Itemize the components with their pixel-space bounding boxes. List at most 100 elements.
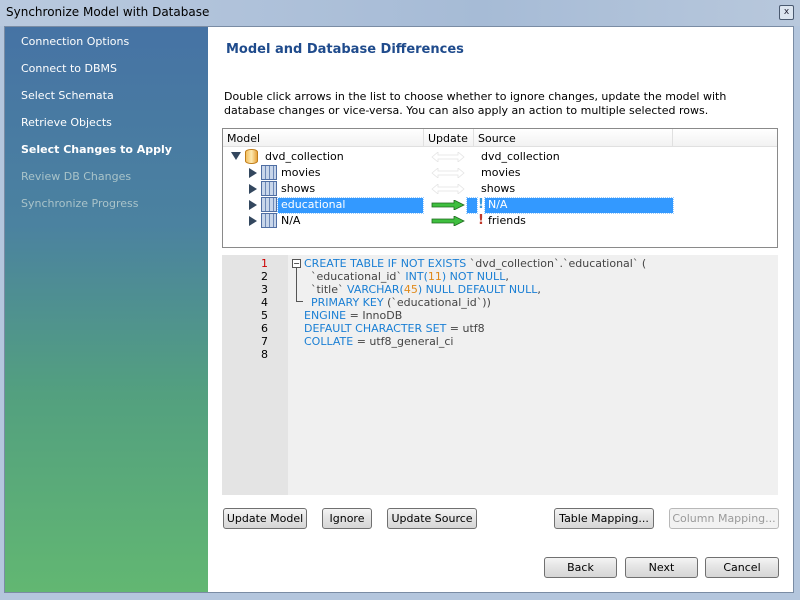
arrow-both-icon[interactable] bbox=[431, 152, 465, 162]
cancel-button[interactable]: Cancel bbox=[705, 557, 779, 578]
model-name: educational bbox=[277, 197, 424, 214]
tree-row[interactable]: movies movies bbox=[223, 165, 777, 181]
sql-keyword: DEFAULT CHARACTER SET bbox=[304, 322, 450, 335]
sql-keyword: INT( bbox=[405, 270, 428, 283]
table-mapping-button[interactable]: Table Mapping... bbox=[554, 508, 654, 529]
column-header-source[interactable]: Source bbox=[478, 132, 516, 148]
ignore-button[interactable]: Ignore bbox=[322, 508, 372, 529]
table-icon bbox=[261, 165, 277, 180]
model-name: shows bbox=[281, 182, 316, 195]
model-name: N/A bbox=[281, 214, 301, 227]
fold-line bbox=[296, 268, 297, 302]
line-number: 7 bbox=[261, 335, 268, 348]
tree-row[interactable]: dvd_collection dvd_collection bbox=[223, 149, 777, 165]
sql-keyword: COLLATE bbox=[304, 335, 357, 348]
sql-number: 45 bbox=[403, 283, 418, 296]
expand-right-icon[interactable] bbox=[249, 200, 257, 210]
column-header-model[interactable]: Model bbox=[227, 132, 260, 148]
line-number: 3 bbox=[261, 283, 268, 296]
line-number: 6 bbox=[261, 322, 268, 335]
tree-row[interactable]: educational! N/A bbox=[223, 197, 777, 214]
column-mapping-button: Column Mapping... bbox=[669, 508, 779, 529]
sql-number: 11 bbox=[427, 270, 442, 283]
arrow-both-icon[interactable] bbox=[431, 184, 465, 194]
sql-keyword: ) NULL DEFAULT NULL bbox=[417, 283, 538, 296]
sidebar-step-select-schemata: Select Schemata bbox=[21, 89, 114, 102]
table-icon bbox=[261, 213, 277, 228]
expand-right-icon[interactable] bbox=[249, 168, 257, 178]
fold-collapse-icon[interactable]: − bbox=[292, 259, 301, 268]
source-name: friends bbox=[488, 214, 526, 227]
title-bar: Synchronize Model with Database x bbox=[0, 0, 800, 26]
expand-right-icon[interactable] bbox=[249, 184, 257, 194]
wizard-window: Connection Options Connect to DBMS Select … bbox=[4, 26, 794, 593]
line-number: 8 bbox=[261, 348, 268, 361]
arrow-right-icon[interactable] bbox=[431, 216, 465, 226]
expand-right-icon[interactable] bbox=[249, 216, 257, 226]
code-line: `title` VARCHAR(45) NULL DEFAULT NULL, bbox=[304, 283, 541, 296]
wizard-steps-sidebar: Connection Options Connect to DBMS Select … bbox=[5, 27, 208, 592]
close-button[interactable]: x bbox=[779, 5, 794, 20]
sql-keyword: CREATE TABLE IF NOT EXISTS bbox=[304, 257, 470, 270]
model-name: dvd_collection bbox=[265, 150, 344, 163]
sql-identifier: , bbox=[505, 270, 509, 283]
line-number: 1 bbox=[261, 257, 268, 270]
table-icon bbox=[261, 197, 277, 212]
description-text: Double click arrows in the list to choos… bbox=[224, 90, 727, 117]
window-title: Synchronize Model with Database bbox=[6, 5, 210, 19]
sql-keyword: PRIMARY KEY bbox=[304, 296, 388, 309]
sidebar-step-review-db-changes: Review DB Changes bbox=[21, 170, 132, 183]
sql-identifier: `educational_id` bbox=[304, 270, 406, 283]
sql-keyword: ENGINE bbox=[304, 309, 350, 322]
sql-identifier: , bbox=[537, 283, 541, 296]
back-button[interactable]: Back bbox=[544, 557, 617, 578]
next-button[interactable]: Next bbox=[625, 557, 698, 578]
selection-highlight bbox=[466, 197, 478, 214]
sql-keyword: VARCHAR( bbox=[347, 283, 404, 296]
update-source-button[interactable]: Update Source bbox=[387, 508, 477, 529]
line-number: 2 bbox=[261, 270, 268, 283]
code-line: COLLATE = utf8_general_ci bbox=[304, 335, 453, 348]
sidebar-step-connect-to-dbms: Connect to DBMS bbox=[21, 62, 118, 75]
main-panel: Model and Database Differences Double cl… bbox=[208, 27, 793, 592]
code-line: `educational_id` INT(11) NOT NULL, bbox=[304, 270, 509, 283]
column-divider[interactable] bbox=[473, 129, 474, 146]
sql-editor[interactable]: 12345678 − CREATE TABLE IF NOT EXISTS `d… bbox=[222, 255, 778, 495]
column-divider[interactable] bbox=[423, 129, 424, 146]
source-name: dvd_collection bbox=[481, 150, 560, 163]
fold-line-end bbox=[296, 301, 303, 302]
line-number-gutter: 12345678 bbox=[222, 255, 288, 495]
sql-identifier: (`educational_id`)) bbox=[387, 296, 491, 309]
expand-down-icon[interactable] bbox=[231, 152, 241, 160]
column-header-update[interactable]: Update bbox=[428, 132, 468, 148]
sql-identifier: `title` bbox=[304, 283, 347, 296]
differences-tree[interactable]: Model Update Source dvd_collection dvd_co… bbox=[222, 128, 778, 248]
sql-identifier: `dvd_collection`.`educational` ( bbox=[469, 257, 647, 270]
database-icon bbox=[245, 149, 258, 164]
sql-identifier: = InnoDB bbox=[349, 309, 403, 322]
column-divider[interactable] bbox=[672, 129, 673, 146]
warning-icon: ! bbox=[478, 213, 484, 228]
page-title: Model and Database Differences bbox=[226, 42, 464, 57]
source-name: shows bbox=[481, 182, 516, 195]
model-name: movies bbox=[281, 166, 321, 179]
code-line: PRIMARY KEY (`educational_id`)) bbox=[304, 296, 491, 309]
source-name: movies bbox=[481, 166, 521, 179]
update-model-button[interactable]: Update Model bbox=[223, 508, 307, 529]
arrow-both-icon[interactable] bbox=[431, 168, 465, 178]
sql-identifier: = utf8_general_ci bbox=[356, 335, 454, 348]
tree-row[interactable]: N/A! friends bbox=[223, 213, 777, 229]
tree-header: Model Update Source bbox=[223, 129, 777, 147]
sidebar-step-connection-options: Connection Options bbox=[21, 35, 130, 48]
code-line: DEFAULT CHARACTER SET = utf8 bbox=[304, 322, 485, 335]
warning-icon: ! bbox=[478, 197, 484, 212]
sidebar-step-retrieve-objects: Retrieve Objects bbox=[21, 116, 112, 129]
table-icon bbox=[261, 181, 277, 196]
line-number: 4 bbox=[261, 296, 268, 309]
code-line: ENGINE = InnoDB bbox=[304, 309, 402, 322]
sidebar-step-synchronize-progress: Synchronize Progress bbox=[21, 197, 139, 210]
sql-keyword: ) NOT NULL bbox=[441, 270, 506, 283]
tree-row[interactable]: shows shows bbox=[223, 181, 777, 197]
sidebar-step-select-changes-to-apply: Select Changes to Apply bbox=[21, 143, 172, 156]
arrow-right-icon[interactable] bbox=[431, 200, 465, 210]
